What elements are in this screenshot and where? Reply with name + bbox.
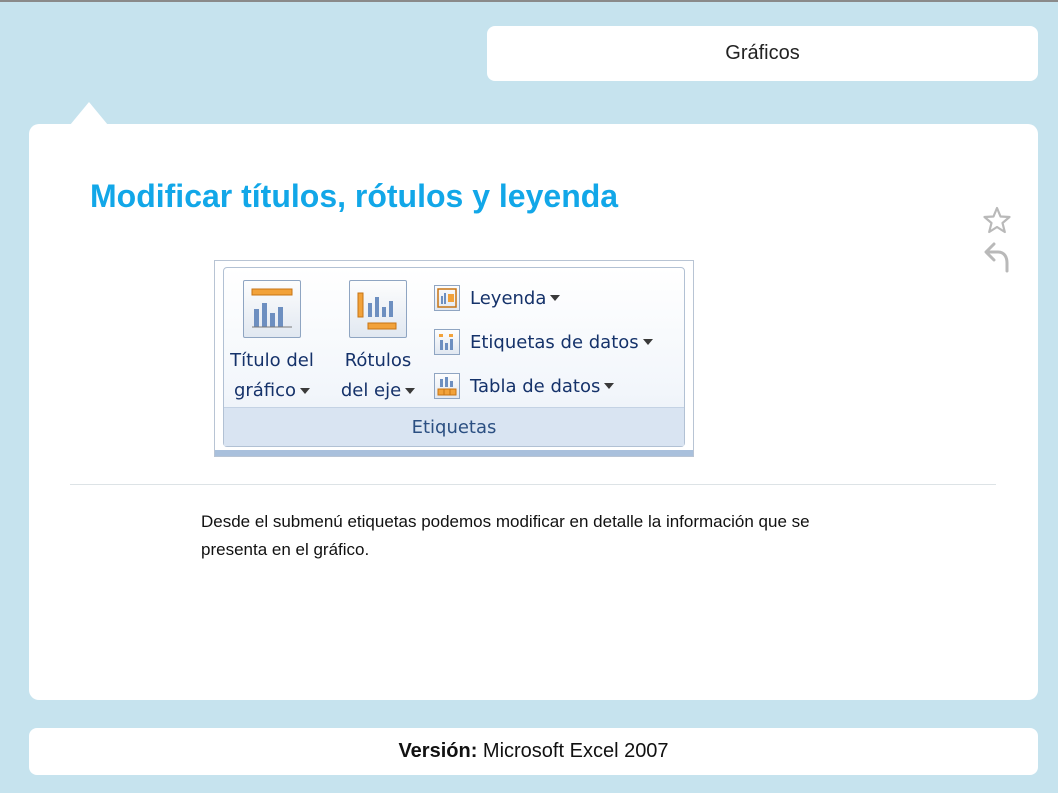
undo-icon[interactable]: [983, 241, 1011, 273]
chevron-down-icon: [300, 388, 311, 394]
data-labels-label: Etiquetas de datos: [470, 331, 639, 353]
section-tab-label: Gráficos: [725, 42, 800, 64]
chevron-down-icon: [405, 388, 416, 394]
chevron-down-icon: [642, 339, 653, 345]
chart-title-icon: [243, 280, 301, 338]
chart-title-label-1: Título del: [230, 350, 314, 371]
axis-titles-label-1: Rótulos: [344, 350, 412, 371]
data-labels-icon: [434, 329, 460, 355]
chevron-down-icon: [550, 295, 561, 301]
description-text: Desde el submenú etiquetas podemos modif…: [201, 512, 810, 559]
ribbon-group-label: Etiquetas: [224, 407, 684, 446]
data-table-label: Tabla de datos: [470, 375, 601, 397]
star-icon[interactable]: [983, 206, 1011, 234]
axis-titles-label-2: del eje: [334, 376, 422, 406]
ribbon-group-labels: Título del gráfico Rótulos del eje Leyen…: [223, 267, 685, 447]
ribbon-screenshot: Título del gráfico Rótulos del eje Leyen…: [214, 260, 694, 457]
legend-label: Leyenda: [470, 287, 547, 309]
chevron-down-icon: [604, 383, 615, 389]
page-title: Modificar títulos, rótulos y leyenda: [90, 178, 619, 214]
divider: [70, 484, 996, 485]
data-labels-button[interactable]: Etiquetas de datos: [434, 326, 653, 358]
legend-icon: [434, 285, 460, 311]
legend-button[interactable]: Leyenda: [434, 282, 561, 314]
axis-titles-button[interactable]: Rótulos del eje: [334, 280, 422, 406]
version-footer: Versión: Microsoft Excel 2007: [29, 728, 1038, 775]
content-card: Modificar títulos, rótulos y leyenda Tít…: [29, 124, 1038, 700]
axis-titles-icon: [349, 280, 407, 338]
ribbon-bottom-edge: [215, 450, 693, 456]
data-table-button[interactable]: Tabla de datos: [434, 370, 615, 402]
version-value: Microsoft Excel 2007: [482, 740, 669, 762]
version-label: Versión:: [398, 740, 478, 762]
data-table-icon: [434, 373, 460, 399]
card-notch: [70, 102, 108, 125]
chart-title-button[interactable]: Título del gráfico: [228, 280, 316, 406]
section-tab[interactable]: Gráficos: [487, 26, 1038, 81]
chart-title-label-2: gráfico: [228, 376, 316, 406]
